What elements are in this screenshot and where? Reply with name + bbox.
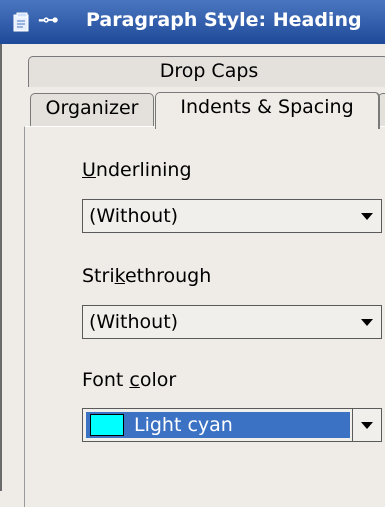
divider xyxy=(352,409,353,441)
underlining-value: (Without) xyxy=(89,205,179,227)
writer-document-icon xyxy=(13,12,29,32)
chevron-down-icon[interactable] xyxy=(361,319,373,326)
tab-label: Indents & Spacing xyxy=(180,96,354,118)
tab-label: Organizer xyxy=(45,97,139,119)
pin-icon[interactable]: -⊶ xyxy=(38,10,59,29)
font-color-dropdown[interactable]: Light cyan xyxy=(82,408,382,442)
font-color-value: Light cyan xyxy=(134,414,233,436)
color-swatch xyxy=(90,414,124,436)
underlining-dropdown[interactable]: (Without) xyxy=(82,199,382,233)
chevron-down-icon[interactable] xyxy=(361,213,373,220)
tab-drop-caps[interactable]: Drop Caps xyxy=(28,56,385,87)
title-bar[interactable]: -⊶ Paragraph Style: Heading xyxy=(0,0,385,44)
tab-label: Drop Caps xyxy=(159,60,259,82)
strikethrough-dropdown[interactable]: (Without) xyxy=(82,305,382,339)
tab-organizer[interactable]: Organizer xyxy=(30,93,154,128)
chevron-down-icon[interactable] xyxy=(361,422,373,429)
underlining-label: Underlining xyxy=(82,159,192,181)
font-color-label: Font color xyxy=(82,369,177,391)
strikethrough-value: (Without) xyxy=(89,311,179,333)
tab-indents-spacing[interactable]: Indents & Spacing xyxy=(155,92,380,129)
strikethrough-label: Strikethrough xyxy=(82,265,212,287)
window-title: Paragraph Style: Heading xyxy=(86,9,362,31)
